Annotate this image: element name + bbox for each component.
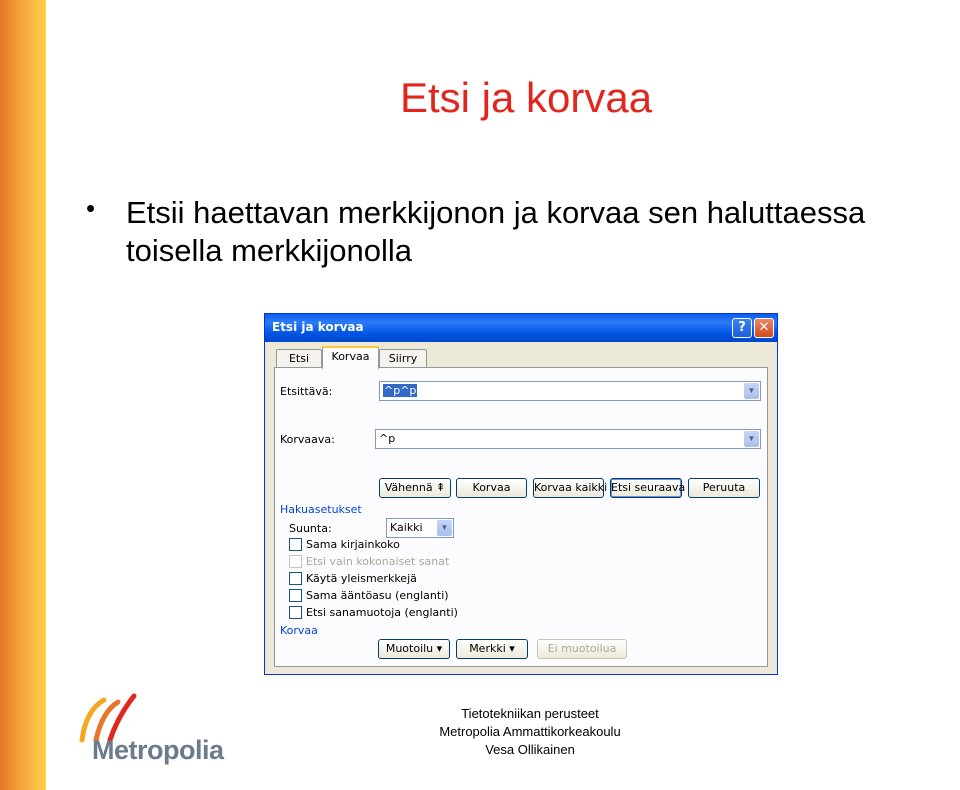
- find-input[interactable]: ^p^p: [383, 384, 418, 397]
- dialog-title: Etsi ja korvaa: [272, 320, 364, 334]
- checkbox: [289, 555, 302, 568]
- replace-button[interactable]: Korvaa: [456, 478, 527, 498]
- dialog-titlebar[interactable]: Etsi ja korvaa ? ✕: [265, 314, 777, 342]
- footer: Tietotekniikan perusteet Metropolia Amma…: [418, 705, 642, 759]
- less-button[interactable]: Vähennä ⇞: [379, 478, 451, 498]
- chevron-down-icon[interactable]: ▼: [744, 383, 759, 399]
- replace-label: Korvaava:: [280, 433, 335, 446]
- find-combo[interactable]: ^p^p ▼: [379, 381, 761, 401]
- footer-author: Vesa Ollikainen: [485, 742, 575, 757]
- replace-section-label: Korvaa: [280, 624, 318, 637]
- chevron-down-icon[interactable]: ▼: [744, 431, 759, 447]
- bullet-marker: •: [86, 193, 96, 223]
- option-label: Sama ääntöasu (englanti): [306, 589, 449, 602]
- logo-text: Metropolia: [92, 735, 224, 765]
- bullet-text: Etsii haettavan merkkijonon ja korvaa se…: [126, 195, 866, 268]
- tab-panel: [274, 367, 768, 667]
- slide-title: Etsi ja korvaa: [400, 74, 653, 121]
- help-icon[interactable]: ?: [732, 318, 752, 338]
- option-label: Etsi vain kokonaiset sanat: [306, 555, 450, 568]
- checkbox[interactable]: [289, 538, 302, 551]
- special-button[interactable]: Merkki ▾: [456, 639, 528, 659]
- search-options-label: Hakuasetukset: [280, 503, 362, 516]
- find-next-button[interactable]: Etsi seuraava: [610, 478, 685, 498]
- no-formatting-button: Ei muotoilua: [537, 639, 627, 659]
- footer-course: Tietotekniikan perusteet: [461, 706, 599, 721]
- direction-value: Kaikki: [390, 521, 423, 534]
- tab-korvaa[interactable]: Korvaa: [322, 346, 379, 369]
- close-icon[interactable]: ✕: [754, 318, 774, 338]
- chevron-down-icon[interactable]: ▼: [437, 520, 452, 536]
- format-button[interactable]: Muotoilu ▾: [378, 639, 450, 659]
- option-label: Sama kirjainkoko: [306, 538, 400, 551]
- direction-label: Suunta:: [289, 522, 332, 535]
- option-label: Etsi sanamuotoja (englanti): [306, 606, 458, 619]
- orange-sidebar: [0, 0, 46, 790]
- cancel-button[interactable]: Peruuta: [688, 478, 760, 498]
- find-label: Etsittävä:: [280, 385, 333, 398]
- tab-etsi[interactable]: Etsi: [276, 349, 322, 368]
- replace-combo[interactable]: ^p ▼: [375, 429, 761, 449]
- checkbox[interactable]: [289, 572, 302, 585]
- tab-siirry[interactable]: Siirry: [379, 349, 427, 368]
- replace-input[interactable]: ^p: [379, 432, 395, 445]
- option-label: Käytä yleismerkkejä: [306, 572, 417, 585]
- direction-select[interactable]: Kaikki ▼: [386, 518, 454, 538]
- checkbox[interactable]: [289, 606, 302, 619]
- footer-school: Metropolia Ammattikorkeakoulu: [439, 724, 621, 739]
- replace-all-button[interactable]: Korvaa kaikki: [533, 478, 607, 498]
- checkbox[interactable]: [289, 589, 302, 602]
